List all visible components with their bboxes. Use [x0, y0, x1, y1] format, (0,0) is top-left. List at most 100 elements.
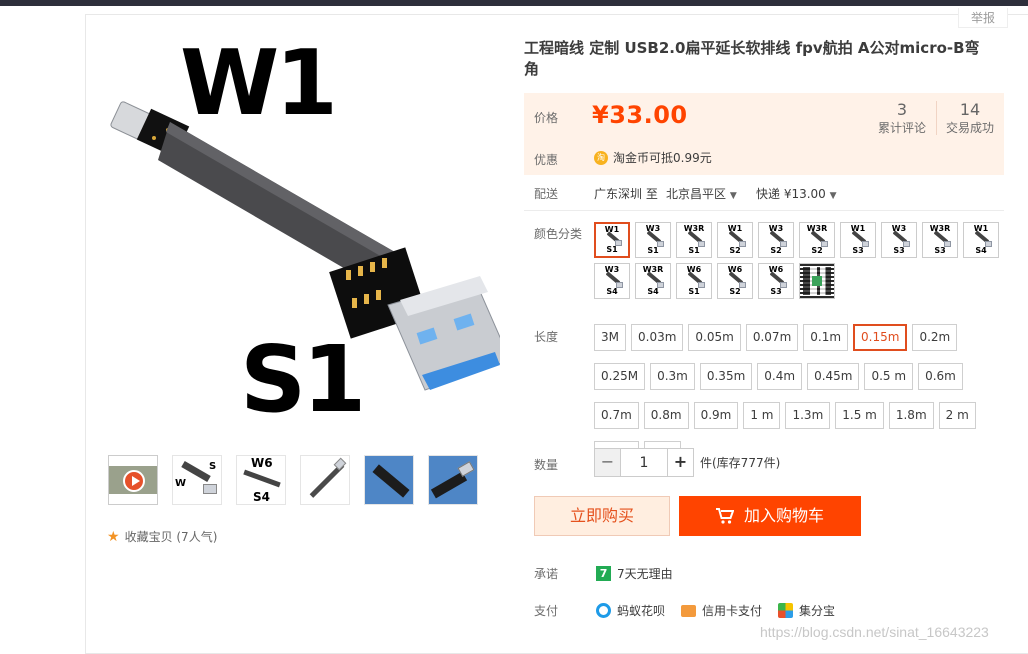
quantity-stepper: − 1 + 件(库存777件) — [594, 448, 780, 477]
payment-jifenbao[interactable]: 集分宝 — [778, 602, 835, 619]
length-option[interactable]: 0.1m — [803, 324, 849, 351]
reviews-label: 累计评论 — [877, 121, 926, 135]
promise-text[interactable]: 7天无理由 — [617, 565, 673, 582]
color-option-top: W3 — [645, 224, 661, 233]
color-option[interactable]: W1 S4 — [963, 222, 999, 258]
color-option[interactable]: W6 S2 — [717, 263, 753, 299]
color-option-bottom: S1 — [688, 246, 700, 255]
color-option-bottom: S1 — [647, 246, 659, 255]
sales-label: 交易成功 — [945, 121, 994, 135]
cart-icon — [715, 508, 734, 524]
favorite-label: 收藏宝贝 (7人气) — [124, 530, 218, 544]
quantity-minus-button[interactable]: − — [594, 448, 621, 477]
length-option[interactable]: 0.6m — [918, 363, 963, 390]
express-select[interactable]: 快递 ¥13.00 ▼ — [756, 185, 837, 202]
watermark: https://blog.csdn.net/sinat_16643223 — [760, 624, 989, 640]
thumbnail-2[interactable]: W S — [172, 455, 222, 505]
color-option[interactable]: W1 S1 — [594, 222, 630, 258]
shipping-destination: 北京昌平区 — [666, 187, 727, 201]
color-option[interactable]: W3 S1 — [635, 222, 671, 258]
color-options: W1 S1 W3 S1 W3R S1 W1 S2 W3 S2 W3R S2 W1 S3 W3 S3 W3R S3 W… — [594, 222, 1004, 299]
length-option[interactable]: 0.07m — [745, 324, 799, 351]
jifenbao-icon — [778, 603, 794, 618]
length-options: 3M 0.03m 0.05m 0.07m 0.1m 0.15m 0.2m 0.25M 0.3m 0… — [594, 324, 1004, 468]
qr-code-option[interactable] — [799, 263, 835, 299]
image-label-top: W1 — [180, 31, 338, 136]
sales-stat: 14 交易成功 — [942, 101, 998, 137]
favorite-button[interactable]: ★ 收藏宝贝 (7人气) — [107, 528, 217, 545]
color-option[interactable]: W3R S4 — [635, 263, 671, 299]
length-option[interactable]: 0.8m — [643, 402, 689, 429]
length-option[interactable]: 3M — [594, 324, 626, 351]
color-option[interactable]: W3 S3 — [881, 222, 917, 258]
length-option[interactable]: 1.3m — [785, 402, 831, 429]
length-option[interactable]: 2 m — [938, 402, 976, 429]
length-option[interactable]: 1.8m — [888, 402, 934, 429]
length-option[interactable]: 0.9m — [693, 402, 739, 429]
reviews-stat[interactable]: 3 累计评论 — [874, 101, 930, 137]
color-option[interactable]: W3 S4 — [594, 263, 630, 299]
stat-divider — [936, 101, 937, 135]
color-option[interactable]: W3R S2 — [799, 222, 835, 258]
color-option[interactable]: W3R S1 — [676, 222, 712, 258]
play-icon — [123, 470, 145, 492]
thumb-label-w: W — [175, 478, 187, 489]
length-option[interactable]: 0.35m — [699, 363, 753, 390]
length-option[interactable]: 0.25M — [594, 363, 646, 390]
color-option-bottom: S4 — [606, 287, 618, 296]
color-option[interactable]: W6 S1 — [676, 263, 712, 299]
payment-huabei[interactable]: 蚂蚁花呗 — [596, 602, 665, 619]
color-option-top: W3R — [806, 224, 828, 233]
color-option-bottom: S2 — [729, 287, 741, 296]
product-title: 工程暗线 定制 USB2.0扁平延长软排线 fpv航拍 A公对micro-B弯角 — [524, 39, 980, 78]
length-option[interactable]: 0.15m — [853, 324, 908, 351]
length-option[interactable]: 0.2m — [912, 324, 958, 351]
thumbnail-strip: W S W6 S4 — [108, 455, 478, 505]
report-link[interactable]: 举报 — [958, 8, 1008, 28]
color-option[interactable]: W3 S2 — [758, 222, 794, 258]
color-option-top: W1 — [973, 224, 989, 233]
price-value: ¥33.00 — [592, 101, 688, 129]
express-fee: 快递 ¥13.00 — [756, 187, 826, 201]
length-option[interactable]: 1.5 m — [835, 402, 884, 429]
video-thumbnail[interactable] — [108, 455, 158, 505]
promise-row: 承诺 7 7天无理由 — [534, 565, 673, 582]
discount-label: 优惠 — [534, 153, 559, 167]
length-option[interactable]: 0.03m — [631, 324, 684, 351]
color-option-top: W1 — [850, 224, 866, 233]
color-option-top: W3 — [891, 224, 907, 233]
length-option[interactable]: 0.3m — [650, 363, 695, 390]
color-option-bottom: S4 — [647, 287, 659, 296]
length-option[interactable]: 0.4m — [757, 363, 803, 390]
image-label-bottom: S1 — [240, 326, 366, 433]
color-option-top: W3R — [642, 265, 664, 274]
color-option-bottom: S2 — [770, 246, 782, 255]
color-option[interactable]: W3R S3 — [922, 222, 958, 258]
shipping-destination-select[interactable]: 北京昌平区 ▼ — [666, 185, 737, 202]
payment-credit-card[interactable]: 信用卡支付 — [681, 602, 762, 619]
shipping-label: 配送 — [534, 187, 559, 201]
color-option[interactable]: W1 S2 — [717, 222, 753, 258]
length-option[interactable]: 0.45m — [807, 363, 860, 390]
color-option-top: W3R — [929, 224, 951, 233]
quantity-plus-button[interactable]: + — [667, 448, 694, 477]
thumbnail-6[interactable] — [428, 455, 478, 505]
add-to-cart-button[interactable]: 加入购物车 — [679, 496, 861, 536]
quantity-input[interactable]: 1 — [621, 448, 667, 477]
add-to-cart-label: 加入购物车 — [743, 506, 824, 525]
color-option[interactable]: W6 S3 — [758, 263, 794, 299]
price-label: 价格 — [534, 111, 559, 125]
thumbnail-3[interactable]: W6 S4 — [236, 455, 286, 505]
credit-card-icon — [681, 604, 697, 617]
payment-jifenbao-label: 集分宝 — [799, 604, 836, 618]
thumbnail-5[interactable] — [364, 455, 414, 505]
length-option[interactable]: 0.5 m — [864, 363, 914, 390]
promise-label: 承诺 — [534, 567, 559, 581]
length-option[interactable]: 0.7m — [594, 402, 639, 429]
color-option[interactable]: W1 S3 — [840, 222, 876, 258]
buy-now-button[interactable]: 立即购买 — [534, 496, 670, 536]
thumbnail-4[interactable] — [300, 455, 350, 505]
length-option[interactable]: 0.05m — [688, 324, 741, 351]
length-option[interactable]: 1 m — [743, 402, 781, 429]
color-label: 颜色分类 — [534, 227, 583, 241]
